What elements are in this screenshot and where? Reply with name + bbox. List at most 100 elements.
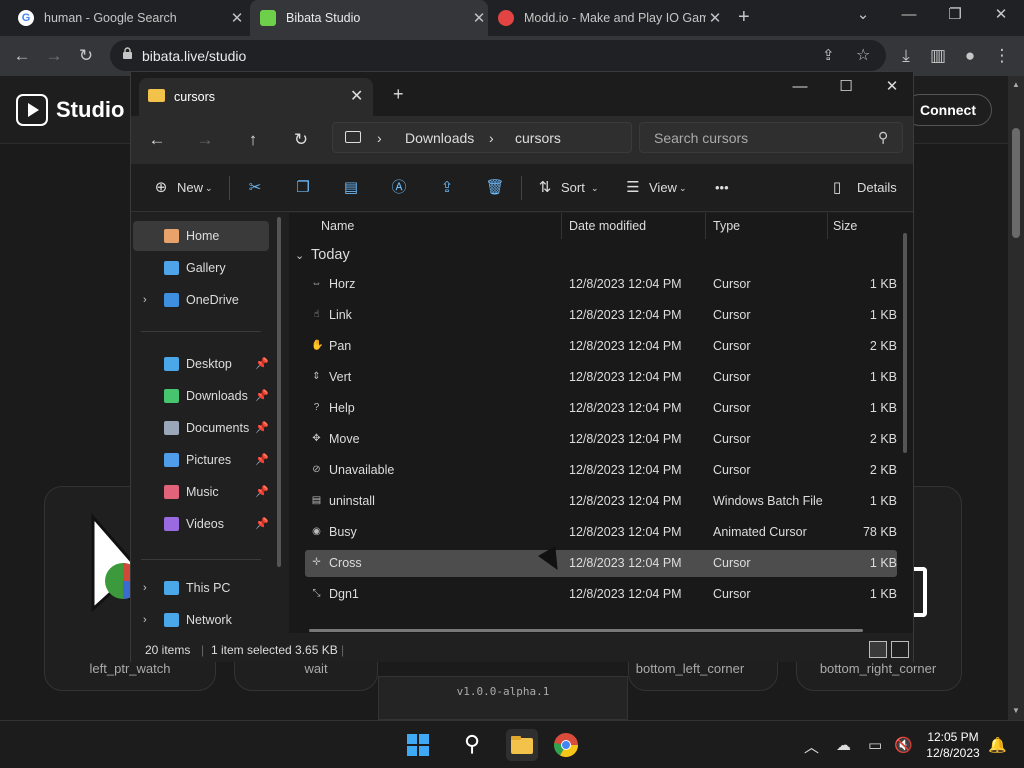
close-icon[interactable]: ✕ <box>706 9 724 27</box>
tab-bibata-studio[interactable]: Bibata Studio ✕ <box>250 0 488 36</box>
file-row[interactable]: ◉ Busy 12/8/2023 12:04 PM Animated Cursor 78… <box>305 519 897 546</box>
paste-icon[interactable]: ▤ <box>339 176 363 200</box>
close-window-icon[interactable]: ✕ <box>869 74 915 102</box>
nav-item-music[interactable]: Music 📌 <box>133 477 269 507</box>
close-icon[interactable]: ✕ <box>350 86 363 106</box>
file-row[interactable]: ⇔ Horz 12/8/2023 12:04 PM Cursor 1 KB <box>305 271 898 298</box>
chevron-right-icon[interactable]: › <box>143 285 147 315</box>
explorer-tab-cursors[interactable]: cursors ✕ <box>139 78 373 116</box>
tab-modd-io[interactable]: Modd.io - Make and Play IO Gam ✕ <box>490 0 724 36</box>
group-header[interactable]: Today <box>311 247 350 263</box>
file-row[interactable]: ▤ uninstall 12/8/2023 12:04 PM Windows Batc… <box>305 488 897 515</box>
search-icon[interactable]: ⚲ <box>456 729 488 761</box>
new-button[interactable]: New <box>177 176 203 200</box>
list-horizontal-scrollbar[interactable] <box>309 629 863 632</box>
nav-item-gallery[interactable]: Gallery <box>133 253 269 283</box>
new-tab-button[interactable]: + <box>393 84 404 105</box>
menu-kebab-icon[interactable]: ⋮ <box>988 42 1016 70</box>
nav-item-onedrive[interactable]: › OneDrive <box>133 285 269 315</box>
file-row[interactable]: ☝ Link 12/8/2023 12:04 PM Cursor 1 KB <box>305 302 897 329</box>
bookmark-star-icon[interactable]: ☆ <box>856 45 870 65</box>
scroll-up-icon[interactable]: ▲ <box>1012 80 1020 89</box>
chevron-up-icon[interactable]: ︿ <box>804 736 819 757</box>
connect-button[interactable]: Connect <box>904 94 992 126</box>
column-header-name[interactable]: Name <box>321 219 354 233</box>
file-row[interactable]: ⇕ Vert 12/8/2023 12:04 PM Cursor 1 KB <box>305 364 897 391</box>
reload-icon[interactable]: ↻ <box>72 42 100 70</box>
chevron-right-icon[interactable]: › <box>143 605 147 635</box>
cloud-icon[interactable]: ☁ <box>836 736 851 754</box>
minimize-icon[interactable]: — <box>777 74 823 102</box>
share-icon[interactable]: ⇪ <box>822 46 835 64</box>
new-tab-button[interactable]: + <box>738 6 750 29</box>
address-breadcrumb[interactable]: › Downloads › cursors <box>332 122 632 153</box>
address-bar[interactable]: bibata.live/studio ⇪ ☆ <box>110 40 886 71</box>
tab-google-search[interactable]: G human - Google Search ✕ <box>8 0 246 36</box>
download-icon[interactable]: ⤓ <box>892 42 920 70</box>
nav-item-videos[interactable]: Videos 📌 <box>133 509 269 539</box>
back-arrow-icon[interactable]: ← <box>143 126 171 154</box>
file-row[interactable]: ⤡ Dgn1 12/8/2023 12:04 PM Cursor 1 KB <box>305 581 898 608</box>
chevron-right-icon[interactable]: › <box>489 130 494 146</box>
copy-icon[interactable]: ❐ <box>291 176 315 200</box>
details-view-icon[interactable] <box>869 641 887 658</box>
share-icon[interactable]: ⇪ <box>435 176 459 200</box>
close-icon[interactable]: ✕ <box>470 9 488 27</box>
scroll-down-icon[interactable]: ▼ <box>1012 706 1020 715</box>
profile-icon[interactable]: ● <box>956 42 984 70</box>
nav-item-desktop[interactable]: Desktop 📌 <box>133 349 269 379</box>
restore-icon[interactable]: ❐ <box>932 0 978 32</box>
nav-item-pictures[interactable]: Pictures 📌 <box>133 445 269 475</box>
delete-icon[interactable]: 🗑 <box>483 176 507 200</box>
list-vertical-scrollbar[interactable] <box>903 233 907 453</box>
file-row[interactable]: ? Help 12/8/2023 12:04 PM Cursor 1 KB <box>305 395 897 422</box>
details-pane-icon[interactable]: ▯ <box>825 176 849 200</box>
cut-icon[interactable]: ✂ <box>243 176 267 200</box>
chevron-right-icon[interactable]: › <box>377 130 382 146</box>
nav-item-documents[interactable]: Documents 📌 <box>133 413 269 443</box>
nav-scrollbar[interactable] <box>277 217 281 567</box>
forward-arrow-icon[interactable]: → <box>191 126 219 154</box>
tiles-view-icon[interactable] <box>891 641 909 658</box>
refresh-icon[interactable]: ↻ <box>287 126 315 154</box>
file-row[interactable]: ⊘ Unavailable 12/8/2023 12:04 PM Cursor 2 KB <box>305 457 897 484</box>
more-options-button[interactable]: ••• <box>715 176 729 200</box>
system-clock[interactable]: 12:05 PM 12/8/2023 <box>918 729 988 761</box>
minimize-icon[interactable]: — <box>886 0 932 32</box>
notification-bell-icon[interactable]: 🔔 <box>988 736 1007 754</box>
chevron-right-icon[interactable]: › <box>143 573 147 603</box>
nav-item-downloads[interactable]: Downloads 📌 <box>133 381 269 411</box>
rename-icon[interactable]: Ⓐ <box>387 176 411 200</box>
breadcrumb-downloads[interactable]: Downloads <box>405 130 474 146</box>
chevron-down-icon[interactable]: ⌄ <box>295 249 304 262</box>
column-header-date[interactable]: Date modified <box>569 219 646 233</box>
tab-search-icon[interactable]: ⌄ <box>840 0 886 32</box>
volume-muted-icon[interactable]: 🔇 <box>894 736 913 754</box>
new-plus-icon[interactable]: ⊕ <box>149 176 173 200</box>
view-button[interactable]: View <box>649 176 677 200</box>
close-window-icon[interactable]: ✕ <box>978 0 1024 32</box>
back-arrow-icon[interactable]: ← <box>8 42 36 70</box>
sort-button[interactable]: Sort <box>561 176 585 200</box>
sort-icon[interactable]: ⇅ <box>533 176 557 200</box>
file-row[interactable]: ✋ Pan 12/8/2023 12:04 PM Cursor 2 KB <box>305 333 897 360</box>
scrollbar-thumb[interactable] <box>1012 128 1020 238</box>
nav-item-home[interactable]: Home <box>133 221 269 251</box>
close-icon[interactable]: ✕ <box>228 9 246 27</box>
view-icon[interactable]: ☰ <box>621 176 645 200</box>
breadcrumb-cursors[interactable]: cursors <box>515 130 561 146</box>
nav-item-network[interactable]: › Network <box>133 605 269 635</box>
column-header-type[interactable]: Type <box>713 219 740 233</box>
file-explorer-icon[interactable] <box>506 729 538 761</box>
side-panel-icon[interactable]: ▥ <box>924 42 952 70</box>
start-windows-icon[interactable] <box>402 729 434 761</box>
up-arrow-icon[interactable]: ↑ <box>239 126 267 154</box>
column-header-size[interactable]: Size <box>833 219 857 233</box>
file-row[interactable]: ✥ Move 12/8/2023 12:04 PM Cursor 2 KB <box>305 426 897 453</box>
page-scrollbar[interactable]: ▲ ▼ <box>1008 76 1024 720</box>
monitor-icon[interactable]: ▭ <box>868 736 882 754</box>
nav-item-this-pc[interactable]: › This PC <box>133 573 269 603</box>
file-row[interactable]: ✛ Cross 12/8/2023 12:04 PM Cursor 1 KB <box>305 550 897 577</box>
search-input[interactable]: Search cursors ⚲ <box>639 122 903 153</box>
maximize-icon[interactable]: ☐ <box>823 74 869 102</box>
